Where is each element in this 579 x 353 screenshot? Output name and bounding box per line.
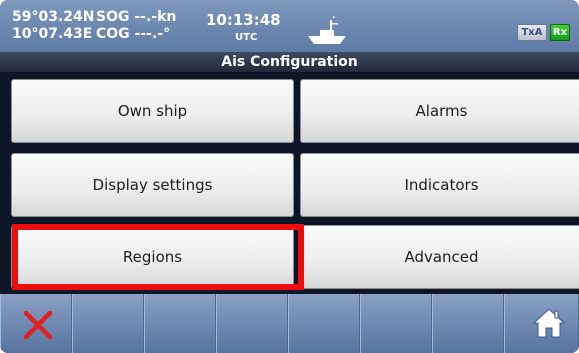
toolbar-slot-3[interactable] (144, 294, 216, 353)
position-readout: 59°03.24N 10°07.43E (12, 9, 94, 43)
navigation-readout: SOG --.-kn COG ---.-° (96, 9, 176, 43)
cog-value: COG ---.-° (96, 26, 171, 42)
regions-button[interactable]: Regions (11, 225, 294, 289)
latitude: 59°03.24N (12, 9, 95, 25)
close-icon[interactable] (22, 309, 54, 341)
status-bar: 59°03.24N 10°07.43E SOG --.-kn COG ---.-… (0, 0, 579, 52)
toolbar-slot-7[interactable] (432, 294, 504, 353)
ais-screen: 59°03.24N 10°07.43E SOG --.-kn COG ---.-… (0, 0, 579, 353)
toolbar-slot-6[interactable] (360, 294, 432, 353)
sog-value: SOG --.-kn (96, 9, 177, 25)
timezone-label: UTC (235, 32, 258, 43)
toolbar-slot-4[interactable] (216, 294, 288, 353)
bottom-toolbar (0, 294, 579, 353)
advanced-button[interactable]: Advanced (300, 225, 579, 289)
display-settings-button[interactable]: Display settings (11, 153, 294, 217)
home-icon[interactable] (532, 307, 566, 339)
own-ship-button[interactable]: Own ship (11, 79, 294, 143)
txa-indicator: TxA (517, 24, 547, 41)
indicators-button[interactable]: Indicators (300, 153, 579, 217)
rx-indicator: Rx (550, 24, 570, 41)
page-title: Ais Configuration (0, 52, 579, 72)
alarms-button[interactable]: Alarms (300, 79, 579, 143)
longitude: 10°07.43E (12, 26, 93, 42)
clock-time: 10:13:48 (206, 11, 281, 29)
ship-icon (308, 16, 346, 44)
toolbar-slot-2[interactable] (72, 294, 144, 353)
toolbar-slot-5[interactable] (288, 294, 360, 353)
